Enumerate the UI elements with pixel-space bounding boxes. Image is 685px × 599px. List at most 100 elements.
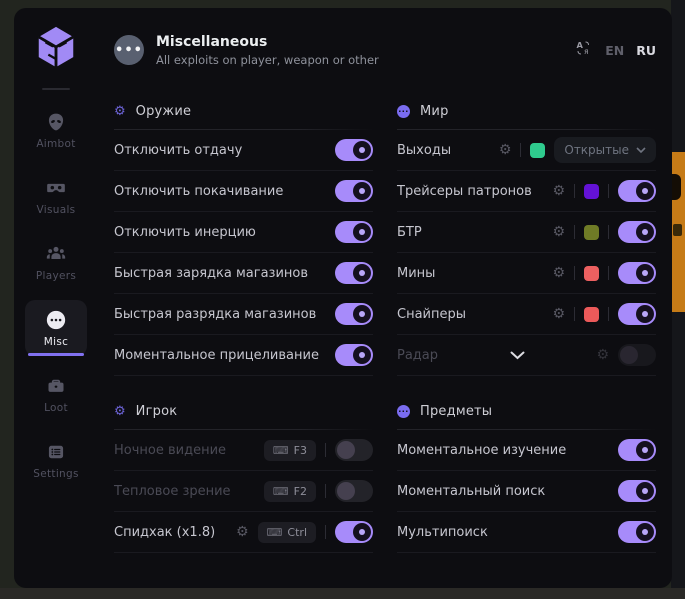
setting-label: Быстрая разрядка магазинов	[114, 307, 335, 322]
toggle-mines[interactable]	[618, 262, 656, 284]
section-weapon: ⚙ Оружие Отключить отдачу Отключить пока…	[114, 100, 373, 376]
section-header: ⚙ Оружие	[114, 100, 373, 122]
toggle-instant-ads[interactable]	[335, 344, 373, 366]
gear-icon[interactable]: ⚙	[596, 348, 609, 362]
content-grid: ⚙ Оружие Отключить отдачу Отключить пока…	[114, 86, 656, 577]
setting-row: Ночное видение ⌨F3	[114, 430, 373, 471]
color-swatch[interactable]	[584, 307, 599, 322]
briefcase-icon	[45, 375, 67, 397]
toggle-radar[interactable]	[618, 344, 656, 366]
setting-row: Отключить отдачу	[114, 130, 373, 171]
separator	[608, 225, 609, 239]
background-dark-mark	[671, 174, 681, 200]
color-swatch[interactable]	[584, 225, 599, 240]
setting-row: Мультипоиск	[397, 512, 656, 553]
toggle-speedhack[interactable]	[335, 521, 373, 543]
ellipsis-circle-icon: •••	[114, 35, 144, 65]
toggle-instant-search[interactable]	[618, 480, 656, 502]
setting-row: Спидхак (x1.8) ⚙ ⌨Ctrl	[114, 512, 373, 553]
section-title: Мир	[420, 104, 449, 119]
separator	[608, 307, 609, 321]
sidebar-item-loot[interactable]: Loot	[25, 366, 87, 422]
hotkey-badge[interactable]: ⌨ F2	[264, 481, 316, 502]
list-icon	[45, 441, 67, 463]
hotkey-label: F2	[294, 485, 307, 498]
setting-label: Моментальное изучение	[397, 443, 618, 458]
toggle-night-vision[interactable]	[335, 439, 373, 461]
sidebar-item-label: Loot	[44, 402, 68, 414]
setting-label: Радар	[397, 348, 438, 363]
separator	[574, 184, 575, 198]
separator	[520, 143, 521, 157]
expand-chevron[interactable]	[438, 351, 596, 360]
toggle-fast-unload[interactable]	[335, 303, 373, 325]
color-swatch[interactable]	[584, 266, 599, 281]
gear-icon[interactable]: ⚙	[552, 266, 565, 280]
toggle-fast-reload[interactable]	[335, 262, 373, 284]
hotkey-label: Ctrl	[287, 526, 307, 539]
sidebar-divider	[42, 88, 70, 90]
sidebar-item-players[interactable]: Players	[25, 234, 87, 290]
sidebar-item-misc[interactable]: Misc	[25, 300, 87, 356]
hotkey-label: F3	[294, 444, 307, 457]
gear-icon: ⚙	[114, 405, 126, 418]
ellipsis-circle-icon	[45, 309, 67, 331]
color-swatch[interactable]	[584, 184, 599, 199]
sidebar-item-visuals[interactable]: Visuals	[25, 168, 87, 224]
section-world: ··· Мир Выходы ⚙ Открытые	[397, 100, 656, 376]
toggle-no-recoil[interactable]	[335, 139, 373, 161]
toggle-instant-examine[interactable]	[618, 439, 656, 461]
setting-label: Тепловое зрение	[114, 484, 264, 499]
keyboard-icon: ⌨	[273, 486, 289, 497]
setting-row: Выходы ⚙ Открытые	[397, 130, 656, 171]
sidebar-item-aimbot[interactable]: Aimbot	[25, 102, 87, 158]
separator	[574, 266, 575, 280]
separator	[574, 307, 575, 321]
sidebar-item-label: Aimbot	[36, 138, 75, 150]
toggle-no-inertia[interactable]	[335, 221, 373, 243]
background-dark-mark	[673, 224, 682, 236]
items-dots-icon: ···	[397, 405, 410, 418]
setting-row: Моментальное изучение	[397, 430, 656, 471]
setting-row: Отключить инерцию	[114, 212, 373, 253]
sidebar-item-label: Visuals	[37, 204, 76, 216]
language-option-en[interactable]: EN	[605, 43, 624, 58]
toggle-multi-search[interactable]	[618, 521, 656, 543]
column-right: ··· Мир Выходы ⚙ Открытые	[397, 100, 656, 577]
section-title: Предметы	[420, 404, 492, 419]
hotkey-badge[interactable]: ⌨F3	[264, 440, 316, 461]
setting-label: Выходы	[397, 143, 499, 158]
setting-row: Быстрая зарядка магазинов	[114, 253, 373, 294]
sidebar-nav: Aimbot Visuals Players	[14, 102, 98, 488]
toggle-no-sway[interactable]	[335, 180, 373, 202]
section-items: ··· Предметы Моментальное изучение Момен…	[397, 400, 656, 553]
section-player: ⚙ Игрок Ночное видение ⌨F3	[114, 400, 373, 553]
hotkey-badge[interactable]: ⌨Ctrl	[258, 522, 316, 543]
gear-icon[interactable]: ⚙	[552, 307, 565, 321]
cheat-menu-window: Aimbot Visuals Players	[14, 8, 672, 588]
exits-dropdown[interactable]: Открытые	[554, 137, 656, 163]
setting-label: Отключить инерцию	[114, 225, 335, 240]
toggle-thermal-vision[interactable]	[335, 480, 373, 502]
setting-label: Моментальное прицеливание	[114, 348, 335, 363]
toggle-btr[interactable]	[618, 221, 656, 243]
color-swatch[interactable]	[530, 143, 545, 158]
gear-icon[interactable]: ⚙	[552, 184, 565, 198]
sidebar-item-label: Players	[36, 270, 76, 282]
chevron-down-icon	[510, 351, 525, 360]
sidebar-item-settings[interactable]: Settings	[25, 432, 87, 488]
toggle-snipers[interactable]	[618, 303, 656, 325]
toggle-bullet-tracers[interactable]	[618, 180, 656, 202]
screenshot-stage: Aimbot Visuals Players	[0, 0, 685, 599]
setting-row: Трейсеры патронов ⚙	[397, 171, 656, 212]
app-logo-icon	[33, 24, 79, 70]
gear-icon[interactable]: ⚙	[552, 225, 565, 239]
gear-icon[interactable]: ⚙	[499, 143, 512, 157]
language-option-ru[interactable]: RU	[636, 43, 656, 58]
setting-label: Снайперы	[397, 307, 552, 322]
sidebar-item-label: Settings	[33, 468, 78, 480]
separator	[608, 266, 609, 280]
svg-text:я: я	[584, 47, 589, 56]
setting-label: Мультипоиск	[397, 525, 618, 540]
gear-icon[interactable]: ⚙	[236, 525, 249, 539]
